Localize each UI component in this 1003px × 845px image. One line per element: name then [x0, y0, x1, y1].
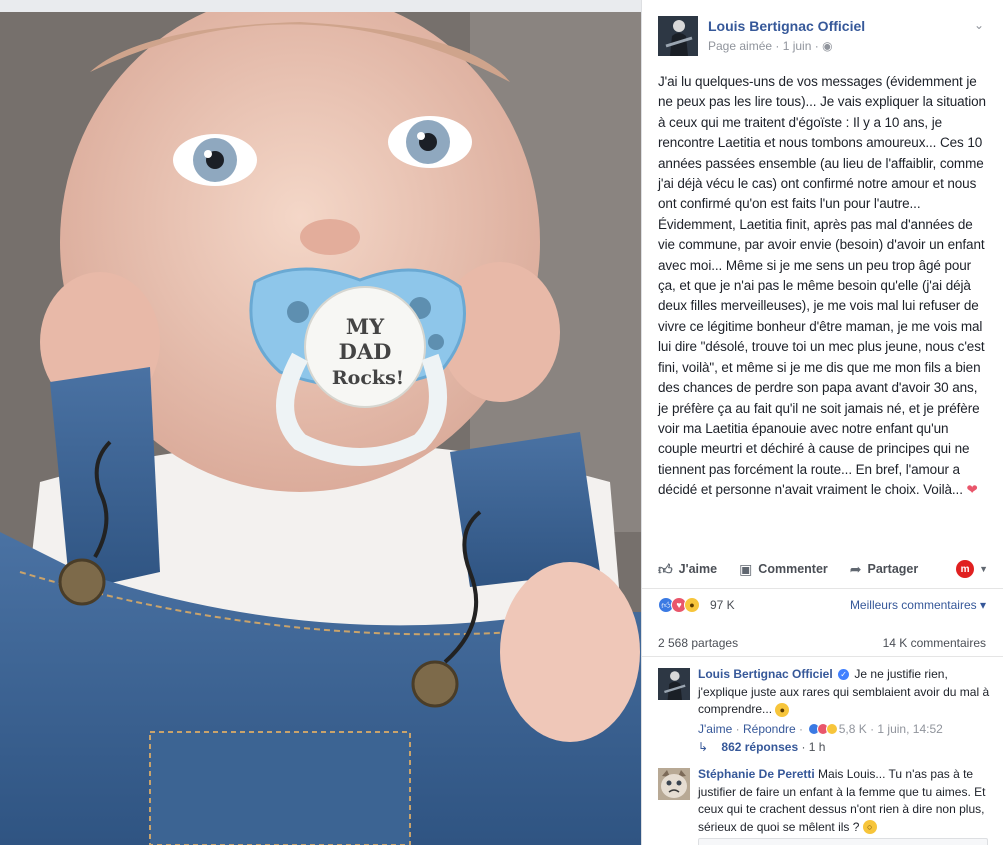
like-label: J'aime — [678, 562, 718, 576]
page-name-link[interactable]: Louis Bertignac Officiel — [708, 18, 865, 34]
comment-button[interactable]: ▣ Commenter — [739, 561, 828, 578]
divider — [642, 656, 1003, 657]
comment-label: Commenter — [758, 562, 828, 576]
commenter-avatar[interactable] — [658, 668, 690, 700]
comment-body: Stéphanie De Peretti Mais Louis... Tu n'… — [698, 766, 990, 836]
heart-emoji-icon: ❤ — [966, 482, 978, 498]
page-avatar[interactable] — [658, 16, 698, 56]
comment-author-link[interactable]: Stéphanie De Peretti — [698, 767, 815, 781]
divider — [642, 588, 1003, 589]
post-meta-text: Page aimée · 1 juin · — [708, 39, 819, 53]
comment-reply-link[interactable]: Répondre — [743, 722, 796, 736]
post-header: Louis Bertignac Officiel Page aimée · 1 … — [658, 16, 988, 60]
sort-comments-dropdown[interactable]: Meilleurs commentaires ▾ — [850, 598, 986, 612]
reactions-count[interactable]: 97 K — [710, 598, 735, 612]
guitarist-avatar-image — [658, 668, 690, 700]
verified-badge-icon: ✓ — [838, 669, 850, 681]
post-body: J'ai lu quelques-uns de vos messages (év… — [658, 74, 986, 498]
thumbs-up-icon: 👍︎ — [658, 560, 673, 577]
replies-time: 1 h — [808, 740, 826, 754]
like-button[interactable]: 👍︎ J'aime — [658, 561, 717, 578]
comment-body: Louis Bertignac Officiel ✓ Je ne justifi… — [698, 666, 990, 738]
commenter-avatar[interactable] — [658, 768, 690, 800]
pacifier-line-2: DAD — [339, 339, 392, 364]
chevron-down-icon[interactable]: ⌄ — [974, 18, 984, 32]
post-text: J'ai lu quelques-uns de vos messages (év… — [658, 72, 990, 501]
share-arrow-icon: ➦ — [849, 560, 862, 577]
post-panel: Louis Bertignac Officiel Page aimée · 1 … — [641, 0, 1003, 845]
comment-reaction-count[interactable]: 5,8 K — [839, 722, 867, 736]
view-replies-link[interactable]: ↳ 862 réponses · 1 h — [698, 740, 825, 754]
baby-photo-illustration: MY DAD Rocks! — [0, 12, 641, 845]
guitarist-avatar-image — [658, 16, 698, 56]
post-actions: 👍︎ J'aime ▣ Commenter ➦ Partager m ▼ — [658, 556, 988, 582]
shares-count[interactable]: 2 568 partages — [658, 636, 738, 650]
post-as-selector[interactable]: m ▼ — [956, 560, 988, 578]
engagement-stats: 2 568 partages 14 K commentaires — [658, 636, 988, 650]
share-button[interactable]: ➦ Partager — [850, 561, 918, 578]
surprised-face-emoji-icon: ○ — [862, 820, 877, 835]
comment-input-box[interactable] — [698, 838, 988, 845]
photo-top-strip — [0, 0, 641, 12]
speech-bubble-icon: ▣ — [739, 560, 753, 577]
sort-comments-label: Meilleurs commentaires — [849, 598, 977, 612]
wow-reaction-icon: ● — [684, 597, 700, 613]
comment-author-link[interactable]: Louis Bertignac Officiel — [698, 667, 833, 681]
page-badge-icon: m — [956, 560, 975, 578]
comment-timestamp[interactable]: 1 juin, 14:52 — [877, 722, 942, 736]
reactions-summary[interactable]: 👍︎ ♥ ● 97 K Meilleurs commentaires ▾ — [658, 596, 988, 616]
pacifier-line-1: MY — [346, 314, 385, 339]
comment-like-link[interactable]: J'aime — [698, 722, 732, 736]
post-meta: Page aimée · 1 juin · ◉ — [708, 39, 833, 53]
caret-down-icon: ▾ — [976, 598, 986, 612]
grumpy-cat-avatar-image — [658, 768, 690, 800]
share-label: Partager — [867, 562, 919, 576]
replies-count: 862 réponses — [721, 740, 799, 754]
pacifier-line-3: Rocks! — [332, 367, 404, 389]
winking-face-emoji-icon: ● — [775, 702, 790, 717]
wow-reaction-icon — [826, 723, 839, 736]
caret-down-icon: ▼ — [979, 564, 988, 574]
comments-count[interactable]: 14 K commentaires — [883, 636, 986, 650]
globe-icon: ◉ — [822, 39, 833, 53]
comment-actions: J'aime · Répondre · 5,8 K · 1 juin, 14:5… — [698, 721, 943, 736]
comment-reaction-icons[interactable] — [808, 723, 839, 736]
reaction-icons: 👍︎ ♥ ● — [658, 597, 700, 613]
reply-arrow-icon: ↳ — [698, 740, 709, 754]
post-photo[interactable]: MY DAD Rocks! — [0, 0, 641, 845]
